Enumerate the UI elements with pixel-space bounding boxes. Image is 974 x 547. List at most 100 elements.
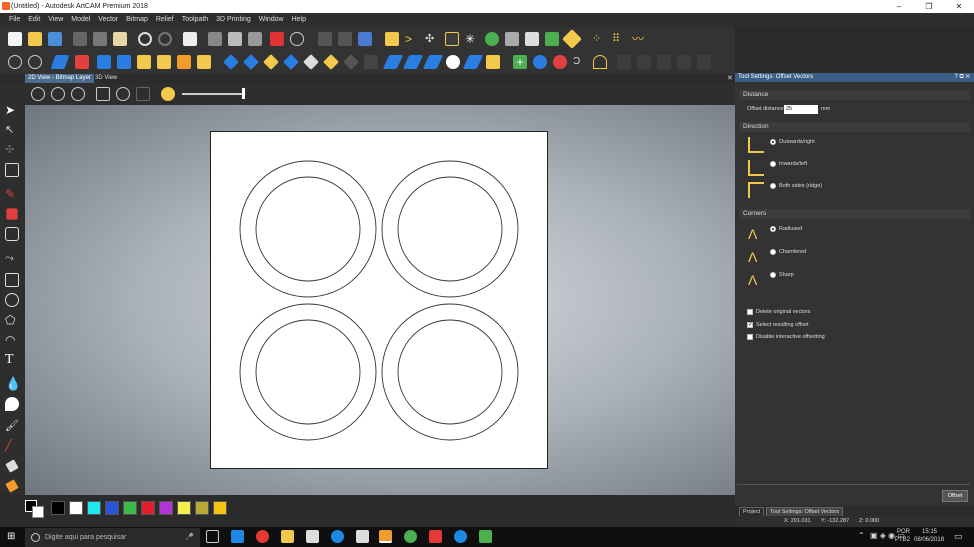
menu-bitmap[interactable]: Bitmap [126,16,148,23]
menu-window[interactable]: Window [259,16,284,23]
paint-icon[interactable] [5,397,19,411]
arch-icon[interactable] [593,55,607,69]
shape-blue-2-icon[interactable] [243,54,259,70]
eraser-tool-icon[interactable] [5,459,19,473]
swatch-green[interactable] [123,501,137,515]
zoom-out-icon[interactable] [51,87,65,101]
offset-button[interactable]: Offset [942,490,968,502]
chrome-icon[interactable] [256,530,269,543]
plane-blue-4-icon[interactable] [462,55,484,69]
relief-tool-2-icon[interactable] [338,32,352,46]
zoom-selection-icon[interactable] [136,87,150,101]
artcam-taskbar-icon[interactable] [379,530,392,543]
light-bulb-icon[interactable] [161,87,175,101]
add-green-icon[interactable]: + [513,55,527,69]
secondary-color-swatch[interactable] [32,506,44,518]
split-icon[interactable]: Ɔ [573,55,587,69]
grid-icon[interactable] [248,32,262,46]
radio-inwards[interactable] [770,161,776,167]
shape-yellow-icon[interactable] [263,54,279,70]
relief-yellow-2-icon[interactable] [157,55,171,69]
circle-icon[interactable] [5,293,19,307]
save-icon[interactable] [48,32,62,46]
chevron-tool-icon[interactable]: > [405,32,419,46]
close-view-icon[interactable]: ✕ [727,74,733,82]
microphone-icon[interactable]: 🎤 [185,528,194,547]
taskbar-search-box[interactable]: Digite aqui para pesquisar 🎤 [25,528,200,547]
fan-tool-icon[interactable] [505,32,519,46]
zoom-fit-icon[interactable] [96,87,110,101]
swatch-black[interactable] [51,501,65,515]
swatch-white[interactable] [69,501,83,515]
eraser-red-icon[interactable] [75,55,89,69]
language-primary[interactable]: POR [897,529,910,535]
green-node-icon[interactable] [485,32,499,46]
shape-blue-icon[interactable] [223,54,239,70]
language-secondary[interactable]: PTB2 [895,537,910,543]
minimize-button[interactable]: – [884,0,914,13]
relief-orange-icon[interactable] [177,55,191,69]
zoom-slider-track[interactable] [182,93,245,95]
sphere-blue-icon[interactable] [533,55,547,69]
store-icon[interactable] [306,530,319,543]
swatch-yellow[interactable] [177,501,191,515]
offset-distance-input[interactable]: 25 [784,105,818,114]
clock-time[interactable]: 15:15 [922,529,937,535]
radio-sharp[interactable] [770,272,776,278]
menu-vector[interactable]: Vector [98,16,118,23]
mail-icon[interactable] [356,530,369,543]
undo-icon[interactable] [138,32,152,46]
app-blue-icon[interactable] [331,530,344,543]
measure-icon[interactable] [290,32,304,46]
brush-icon[interactable]: 🖌 [5,419,19,433]
relief-yellow-3-icon[interactable] [197,55,211,69]
distribute-icon[interactable] [358,32,372,46]
pencil-icon[interactable]: ✎ [5,187,19,201]
tray-chevron-icon[interactable]: ⌃ [858,531,865,540]
swatch-purple[interactable] [159,501,173,515]
relief-tool-icon[interactable] [318,32,332,46]
windows-start-icon[interactable]: ⊞ [7,532,17,542]
open-folder-icon[interactable] [28,32,42,46]
shape-fill-icon[interactable] [5,227,19,241]
polygon-icon[interactable]: ⬠ [5,313,19,327]
stack-yellow-icon[interactable] [486,55,500,69]
file-explorer-icon[interactable] [281,530,294,543]
panel-header-icons[interactable]: ? ⧉ ✕ [954,73,970,82]
polyline-icon[interactable]: ⤳ [5,251,19,265]
plane-blue-icon[interactable] [382,55,404,69]
project-folder-icon[interactable] [385,32,399,46]
notification-icon[interactable]: ▭ [954,531,963,542]
relief-blue-3-icon[interactable] [117,55,131,69]
menu-edit[interactable]: Edit [28,16,40,23]
direction-section-header[interactable]: Direction [739,122,970,132]
menu-relief[interactable]: Relief [156,16,174,23]
frame-icon[interactable] [525,32,539,46]
zoom-box-icon[interactable] [116,87,130,101]
diamond-yellow-icon[interactable] [562,29,582,49]
swatch-olive[interactable] [195,501,209,515]
radio-chamfered[interactable] [770,249,776,255]
relief-blue-icon[interactable] [50,55,70,69]
radio-both-sides[interactable] [770,183,776,189]
sketch-tool-icon[interactable] [445,32,459,46]
target-icon[interactable] [28,55,42,69]
drop-icon[interactable]: 💧 [5,377,21,391]
tab-tool-settings[interactable]: Tool Settings: Offset Vectors [766,507,843,516]
menu-3d-printing[interactable]: 3D Printing [216,16,251,23]
layer-stack-icon[interactable] [208,32,222,46]
smudge-icon[interactable] [5,479,19,493]
shape-yellow-2-icon[interactable] [323,54,339,70]
disable-interactive-checkbox[interactable] [747,334,753,340]
menu-view[interactable]: View [48,16,63,23]
nodes-icon[interactable]: ⁘ [592,32,606,46]
star-burst-icon[interactable]: ✳ [465,32,479,46]
select-resulting-checkbox[interactable]: ✓ [747,322,753,328]
app-c-icon[interactable] [454,530,467,543]
radio-radiused[interactable] [770,226,776,232]
menu-model[interactable]: Model [71,16,90,23]
app-green-icon[interactable] [404,530,417,543]
wave-line-icon[interactable]: 〰 [632,32,646,46]
cut-icon[interactable] [73,32,87,46]
paste-icon[interactable] [113,32,127,46]
